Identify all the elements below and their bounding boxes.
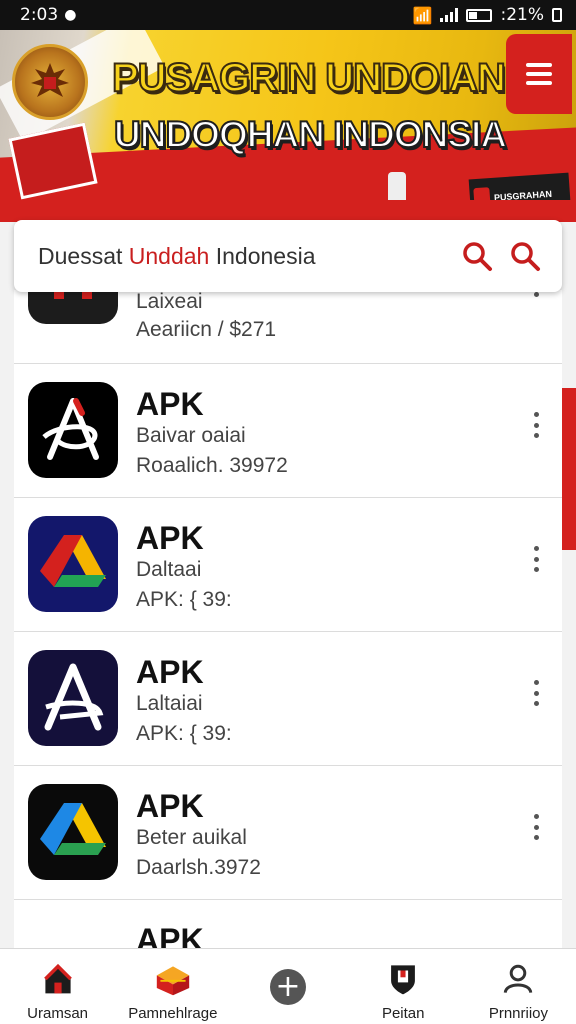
garuda-emblem-icon bbox=[12, 44, 88, 120]
battery-icon bbox=[466, 8, 493, 22]
charging-battery-icon bbox=[552, 8, 562, 22]
nav-peitan[interactable]: Peitan bbox=[346, 949, 461, 1024]
app-meta: Aeariicn / $271 bbox=[136, 318, 277, 341]
red-black-app-icon bbox=[28, 290, 118, 324]
colorful-app-icon bbox=[28, 918, 118, 950]
list-item[interactable]: APK Beter auikal Daarlsh.3972 bbox=[14, 766, 562, 900]
app-meta: APK: { 39: bbox=[136, 588, 232, 611]
home-icon bbox=[38, 959, 78, 999]
header-banner: PUSAGRIN UNDOIAN UNDOQHAN INDONSIA PUSGR… bbox=[0, 30, 576, 200]
more-options-icon[interactable] bbox=[530, 546, 542, 572]
app-category: Laltaiai bbox=[136, 692, 203, 715]
app-title: APK bbox=[136, 386, 204, 422]
plus-icon: + bbox=[268, 967, 308, 1007]
app-category: Baivar oaiai bbox=[136, 424, 246, 447]
status-time: 2:03 bbox=[20, 5, 59, 25]
side-accent bbox=[562, 388, 576, 550]
drive-triangle-black-icon bbox=[28, 784, 118, 880]
red-strip bbox=[0, 200, 576, 222]
notification-icon: ● bbox=[64, 7, 77, 23]
list-item[interactable]: Laixeai Aeariicn / $271 bbox=[14, 290, 562, 364]
more-options-icon[interactable] bbox=[530, 412, 542, 438]
search-input[interactable]: Duessat Unddah Indonesia bbox=[38, 243, 446, 270]
hamburger-menu-button[interactable] bbox=[506, 34, 572, 114]
drive-triangle-navy-icon bbox=[28, 516, 118, 612]
app-meta: Daarlsh.3972 bbox=[136, 856, 261, 879]
search-bar[interactable]: Duessat Unddah Indonesia bbox=[14, 220, 562, 292]
banner-title-line1: PUSAGRIN UNDOIAN bbox=[111, 55, 507, 101]
list-item[interactable]: APK bbox=[14, 900, 562, 950]
app-category: Daltaai bbox=[136, 558, 202, 581]
profile-icon bbox=[498, 959, 538, 999]
nav-home[interactable]: Uramsan bbox=[0, 949, 115, 1024]
app-category: Laixeai bbox=[136, 290, 203, 313]
mini-logo-icon bbox=[473, 187, 491, 200]
shield-icon bbox=[383, 959, 423, 999]
white-a-navy-icon bbox=[28, 650, 118, 746]
battery-percent: :21% bbox=[500, 5, 544, 25]
more-options-icon[interactable] bbox=[530, 814, 542, 840]
banner-title-line2: UNDOQHAN INDONSIA bbox=[113, 113, 508, 156]
black-swirl-a-icon bbox=[28, 382, 118, 478]
signal-icon bbox=[440, 8, 459, 22]
status-bar: 2:03 ● 📶 :21% bbox=[0, 0, 576, 30]
more-options-icon[interactable] bbox=[530, 680, 542, 706]
list-item[interactable]: APK Daltaai APK: { 39: bbox=[14, 498, 562, 632]
list-item[interactable]: APK Laltaiai APK: { 39: bbox=[14, 632, 562, 766]
search-icon[interactable] bbox=[460, 239, 494, 273]
nav-packages[interactable]: Pamnehlrage bbox=[115, 949, 230, 1024]
more-options-icon[interactable] bbox=[530, 292, 542, 306]
nav-add[interactable]: + bbox=[230, 949, 345, 1024]
app-title: APK bbox=[136, 654, 204, 690]
box-icon bbox=[153, 959, 193, 999]
app-list: Laixeai Aeariicn / $271 APK Baivar oaiai… bbox=[14, 290, 562, 950]
nav-profile[interactable]: Prnnriioy bbox=[461, 949, 576, 1024]
app-meta: Roaalich. 39972 bbox=[136, 454, 288, 477]
app-title: APK bbox=[136, 922, 204, 950]
app-title: APK bbox=[136, 520, 204, 556]
bottom-navigation: Uramsan Pamnehlrage + Peitan Prnnriioy bbox=[0, 948, 576, 1024]
list-item[interactable]: APK Baivar oaiai Roaalich. 39972 bbox=[14, 364, 562, 498]
screen: 2:03 ● 📶 :21% PUSAGRIN UNDOIAN UNDOQHAN … bbox=[0, 0, 576, 1024]
app-meta: APK: { 39: bbox=[136, 722, 232, 745]
app-category: Beter auikal bbox=[136, 826, 247, 849]
app-title: APK bbox=[136, 788, 204, 824]
wifi-icon: 📶 bbox=[412, 5, 433, 25]
search-icon[interactable] bbox=[508, 239, 542, 273]
